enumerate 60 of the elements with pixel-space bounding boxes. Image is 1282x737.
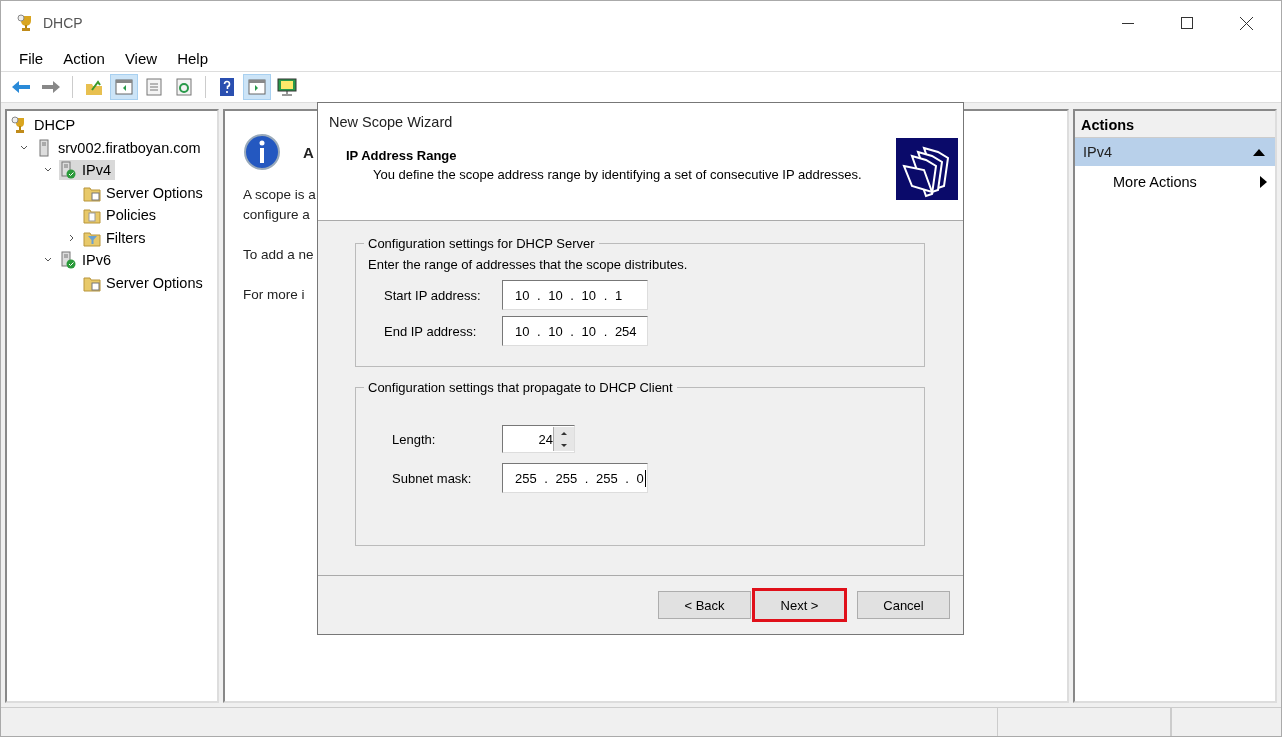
actions-section[interactable]: IPv4 (1075, 138, 1275, 166)
properties-icon (144, 78, 164, 96)
tree-item[interactable]: Filters (83, 227, 150, 248)
spin-down-icon[interactable] (561, 443, 567, 447)
maximize-icon[interactable] (1181, 17, 1193, 29)
page-subtitle: You define the scope address range by identifying a set of consecutive IP addresses. (372, 167, 862, 182)
tree-item[interactable]: DHCP (11, 115, 80, 136)
tree-item[interactable]: Policies (83, 205, 160, 226)
tree-item[interactable]: Server Options (83, 272, 207, 293)
actions-header: Actions (1075, 111, 1275, 138)
back-arrow-icon (11, 78, 31, 96)
help-icon (217, 78, 237, 96)
content-text: configure a (243, 206, 310, 224)
menu-item[interactable]: View (114, 49, 168, 67)
group-legend: Configuration settings that propagate to DHCP Client (364, 380, 677, 395)
tree-item[interactable]: IPv4 (59, 160, 115, 181)
tree-item[interactable]: Server Options (83, 182, 207, 203)
content-text: A scope is a (243, 186, 316, 204)
ip-address-field[interactable]: 10 . 10 . 10 . 254 (502, 316, 648, 346)
dialog-button[interactable]: Next > (752, 588, 847, 622)
content-text: For more i (243, 286, 305, 304)
field-label: Subnet mask: (391, 470, 473, 486)
field-label: End IP address: (383, 323, 478, 339)
spin-up-icon[interactable] (561, 431, 567, 435)
dialog-button[interactable]: Cancel (857, 591, 950, 619)
server-check-icon (59, 161, 77, 180)
toolbar-button[interactable] (110, 74, 138, 100)
pane-toggle-icon (247, 78, 267, 96)
dialog-title: New Scope Wizard (328, 113, 454, 130)
folders-icon (896, 138, 958, 200)
toolbar-button[interactable] (243, 74, 271, 100)
page-heading: IP Address Range (346, 148, 458, 163)
content-text: To add a ne (243, 246, 314, 264)
policy-folder-icon (83, 206, 101, 225)
forward-arrow-icon (41, 78, 61, 96)
window-title: DHCP (43, 15, 83, 31)
close-icon[interactable] (1240, 16, 1253, 30)
content-heading: A (303, 143, 314, 161)
info-icon (243, 133, 281, 171)
tree-item[interactable]: srv002.firatboyan.com (35, 137, 205, 158)
monitor-icon (277, 78, 297, 96)
server-check-icon (59, 251, 77, 270)
group-description: Enter the range of addresses that the scope distributes. (368, 257, 689, 272)
menu-item[interactable]: File (9, 49, 54, 67)
dialog-button[interactable]: < Back (658, 591, 751, 619)
field-label: Start IP address: (383, 287, 482, 303)
field-label: Length: (391, 431, 437, 447)
collapse-arrow-icon[interactable] (1253, 148, 1265, 156)
ip-address-field[interactable]: 10 . 10 . 10 . 1 (502, 280, 648, 310)
action-link[interactable]: More Actions (1113, 174, 1197, 190)
submenu-arrow-icon (1260, 176, 1267, 188)
folder-up-icon (84, 78, 104, 96)
menu-item[interactable]: Help (167, 49, 218, 67)
menu-item[interactable]: Action (53, 49, 115, 67)
pane-toggle-icon (114, 78, 134, 96)
group-legend: Configuration settings for DHCP Server (364, 236, 599, 251)
ip-address-field[interactable]: 255 . 255 . 255 . 0 (502, 463, 648, 493)
spin-buttons[interactable] (553, 427, 574, 451)
refresh-icon (174, 78, 194, 96)
tree-item[interactable]: IPv6 (59, 250, 115, 271)
